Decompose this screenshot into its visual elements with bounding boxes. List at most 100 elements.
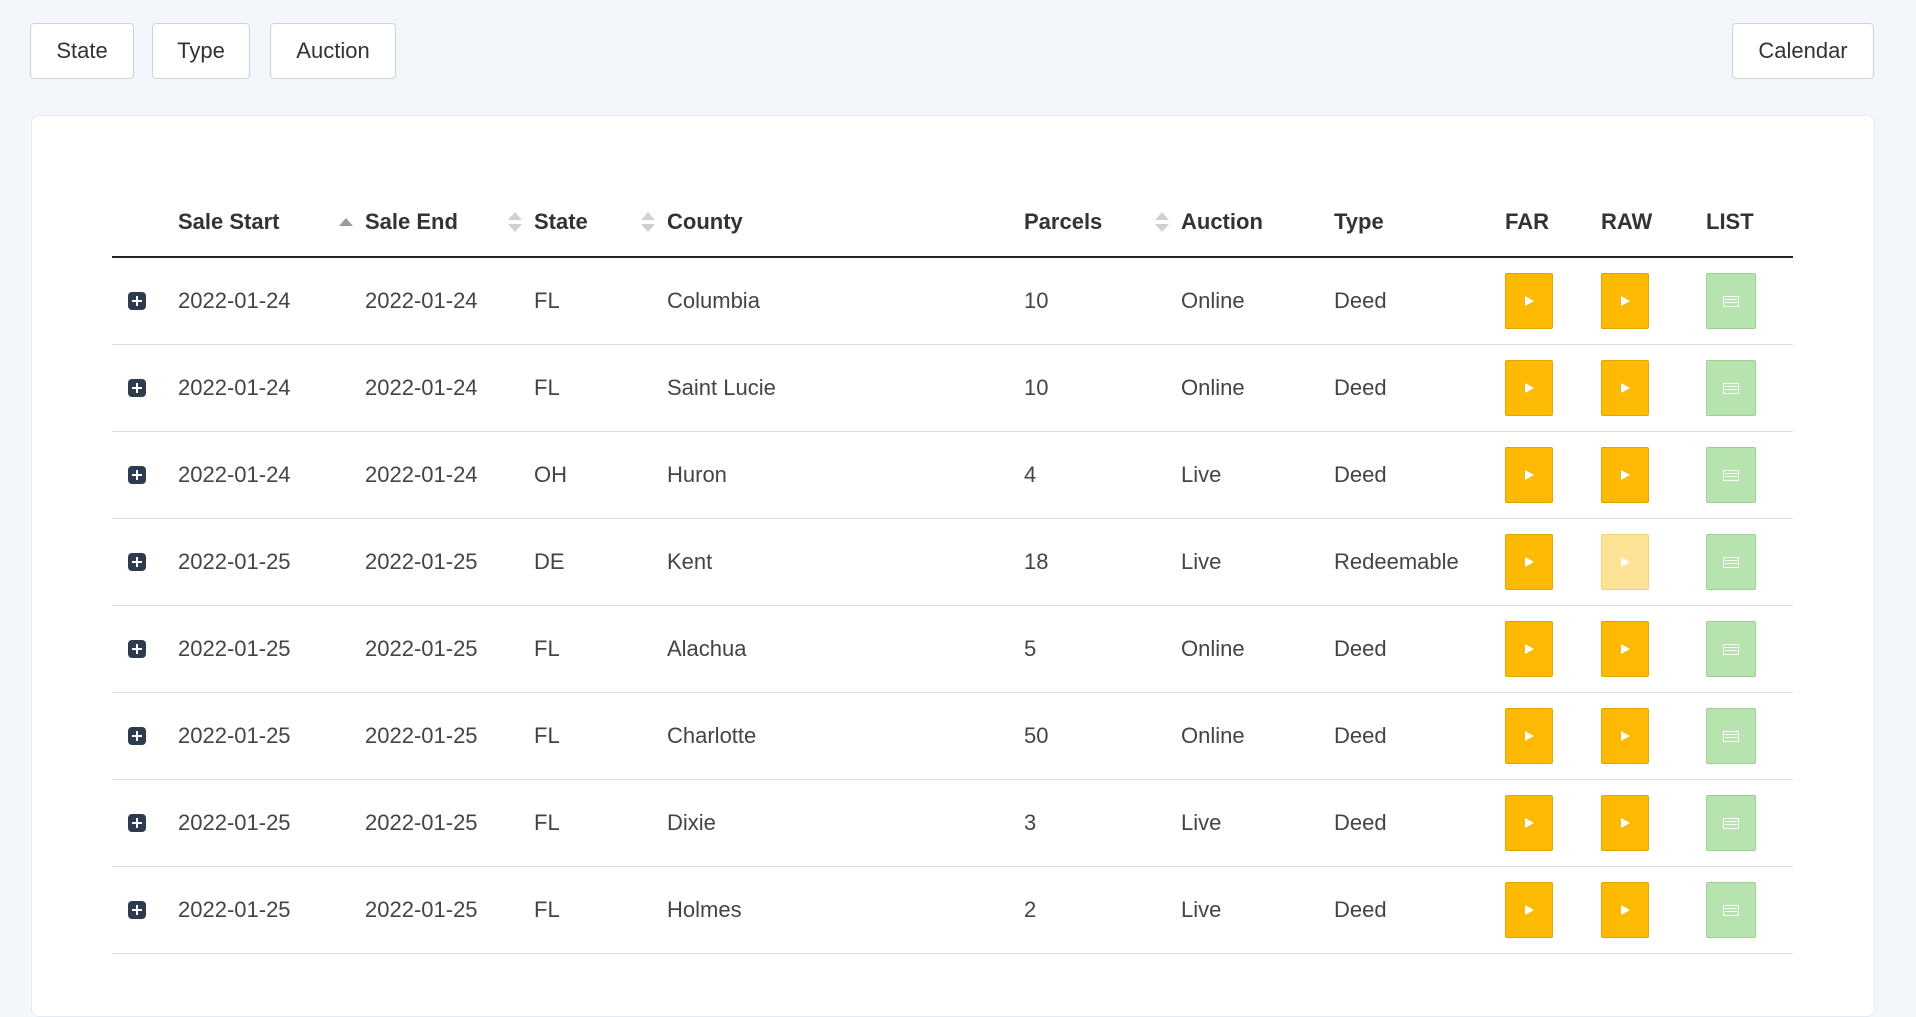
raw-button[interactable]: [1601, 534, 1649, 590]
far-cell: [1505, 344, 1601, 432]
list-button[interactable]: [1706, 360, 1756, 416]
type-cell: Deed: [1334, 866, 1505, 954]
table-row: 2022-01-25 2022-01-25 FL Alachua 5 Online Deed: [112, 605, 1793, 693]
list-icon: [1723, 469, 1739, 481]
parcels-header[interactable]: Parcels: [1024, 186, 1181, 258]
expand-cell[interactable]: [112, 779, 178, 867]
auction-filter-button[interactable]: Auction: [270, 23, 396, 79]
sort-icon: [508, 212, 522, 234]
far-button[interactable]: [1505, 795, 1553, 851]
arrow-right-icon: [1620, 383, 1630, 393]
sale-start-header[interactable]: Sale Start: [178, 186, 365, 258]
auction-cell: Live: [1181, 866, 1334, 954]
auction-header-label: Auction: [1181, 209, 1263, 234]
table-row: 2022-01-25 2022-01-25 DE Kent 18 Live Redeemab…: [112, 518, 1793, 606]
expand-column-header: [112, 186, 178, 258]
list-cell: [1706, 605, 1793, 693]
table-row: 2022-01-25 2022-01-25 FL Charlotte 50 Online D…: [112, 692, 1793, 780]
list-icon: [1723, 904, 1739, 916]
far-button[interactable]: [1505, 621, 1553, 677]
raw-button[interactable]: [1601, 621, 1649, 677]
parcels-header-label: Parcels: [1024, 209, 1103, 234]
parcels-cell: 10: [1024, 257, 1181, 345]
expand-cell[interactable]: [112, 692, 178, 780]
arrow-right-icon: [1620, 644, 1630, 654]
sale-end-header-label: Sale End: [365, 209, 458, 234]
far-button[interactable]: [1505, 882, 1553, 938]
state-header[interactable]: State: [534, 186, 667, 258]
plus-square-icon[interactable]: [128, 292, 146, 310]
expand-cell[interactable]: [112, 866, 178, 954]
far-button[interactable]: [1505, 708, 1553, 764]
list-button[interactable]: [1706, 447, 1756, 503]
type-cell: Deed: [1334, 692, 1505, 780]
far-button[interactable]: [1505, 360, 1553, 416]
expand-cell[interactable]: [112, 431, 178, 519]
type-cell: Deed: [1334, 257, 1505, 345]
type-filter-button[interactable]: Type: [152, 23, 250, 79]
list-cell: [1706, 866, 1793, 954]
raw-button[interactable]: [1601, 360, 1649, 416]
far-cell: [1505, 431, 1601, 519]
list-button[interactable]: [1706, 534, 1756, 590]
plus-square-icon[interactable]: [128, 901, 146, 919]
raw-button[interactable]: [1601, 708, 1649, 764]
plus-square-icon[interactable]: [128, 640, 146, 658]
raw-cell: [1601, 866, 1706, 954]
parcels-cell: 10: [1024, 344, 1181, 432]
raw-cell: [1601, 257, 1706, 345]
raw-button[interactable]: [1601, 795, 1649, 851]
list-button[interactable]: [1706, 621, 1756, 677]
expand-cell[interactable]: [112, 518, 178, 606]
expand-cell[interactable]: [112, 605, 178, 693]
list-button[interactable]: [1706, 795, 1756, 851]
parcels-cell: 18: [1024, 518, 1181, 606]
sale-start-cell: 2022-01-25: [178, 779, 365, 867]
type-cell: Deed: [1334, 779, 1505, 867]
far-button[interactable]: [1505, 273, 1553, 329]
arrow-right-icon: [1620, 818, 1630, 828]
list-cell: [1706, 692, 1793, 780]
plus-square-icon[interactable]: [128, 553, 146, 571]
expand-cell[interactable]: [112, 257, 178, 345]
list-button[interactable]: [1706, 708, 1756, 764]
sale-start-cell: 2022-01-24: [178, 344, 365, 432]
sale-end-cell: 2022-01-25: [365, 779, 534, 867]
arrow-right-icon: [1620, 557, 1630, 567]
raw-button[interactable]: [1601, 447, 1649, 503]
list-button[interactable]: [1706, 273, 1756, 329]
far-cell: [1505, 779, 1601, 867]
raw-button[interactable]: [1601, 882, 1649, 938]
plus-square-icon[interactable]: [128, 727, 146, 745]
type-header: Type: [1334, 186, 1505, 258]
state-cell: FL: [534, 344, 667, 432]
raw-button[interactable]: [1601, 273, 1649, 329]
list-icon: [1723, 817, 1739, 829]
sale-start-cell: 2022-01-24: [178, 257, 365, 345]
sale-end-cell: 2022-01-25: [365, 866, 534, 954]
sale-start-header-label: Sale Start: [178, 209, 280, 234]
far-button[interactable]: [1505, 447, 1553, 503]
list-button[interactable]: [1706, 882, 1756, 938]
auction-cell: Online: [1181, 605, 1334, 693]
county-cell: Columbia: [667, 257, 1024, 345]
expand-cell[interactable]: [112, 344, 178, 432]
far-button[interactable]: [1505, 534, 1553, 590]
table-row: 2022-01-25 2022-01-25 FL Holmes 2 Live Deed: [112, 866, 1793, 954]
plus-square-icon[interactable]: [128, 466, 146, 484]
table-row: 2022-01-24 2022-01-24 FL Saint Lucie 10 Onlin…: [112, 344, 1793, 432]
state-header-label: State: [534, 209, 588, 234]
sale-start-cell: 2022-01-25: [178, 518, 365, 606]
plus-square-icon[interactable]: [128, 814, 146, 832]
sale-start-cell: 2022-01-25: [178, 866, 365, 954]
state-cell: FL: [534, 257, 667, 345]
state-filter-button[interactable]: State: [30, 23, 134, 79]
county-cell: Alachua: [667, 605, 1024, 693]
calendar-button[interactable]: Calendar: [1732, 23, 1874, 79]
table-row: 2022-01-24 2022-01-24 FL Columbia 10 Online De…: [112, 257, 1793, 345]
plus-square-icon[interactable]: [128, 379, 146, 397]
arrow-right-icon: [1524, 470, 1534, 480]
sale-end-header[interactable]: Sale End: [365, 186, 534, 258]
far-cell: [1505, 257, 1601, 345]
state-cell: FL: [534, 779, 667, 867]
